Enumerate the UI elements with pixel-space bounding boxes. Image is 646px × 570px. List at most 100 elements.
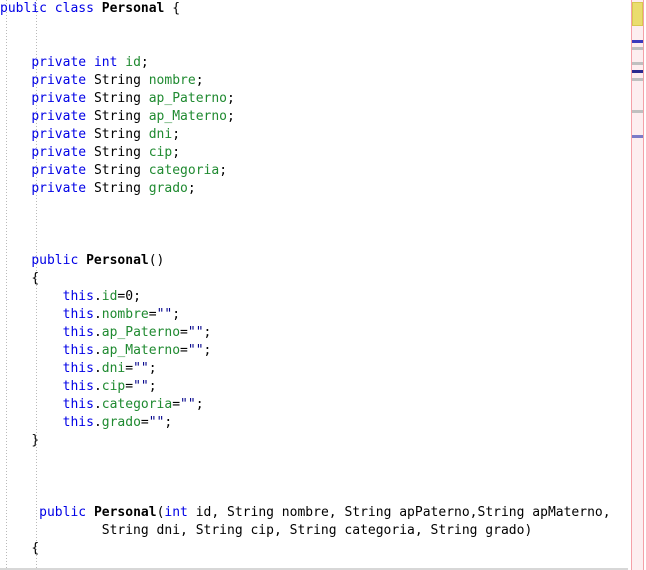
code-token: ap_Materno xyxy=(101,343,181,358)
scrollbar-mark xyxy=(632,70,643,73)
code-line[interactable] xyxy=(0,468,628,486)
code-token: this xyxy=(62,361,94,376)
code-line[interactable]: this.id=0; xyxy=(0,288,628,306)
code-token: ; xyxy=(172,127,181,142)
code-line[interactable]: private String grado; xyxy=(0,180,628,198)
code-line[interactable]: public Personal(int id, String nombre, S… xyxy=(0,504,628,522)
code-token: ; xyxy=(148,361,157,376)
code-line[interactable] xyxy=(0,486,628,504)
code-token: ap_Paterno xyxy=(101,325,181,340)
code-line[interactable]: public class Personal { xyxy=(0,0,628,18)
code-token: id xyxy=(101,289,118,304)
code-line[interactable]: this.cip=""; xyxy=(0,378,628,396)
code-token: ; xyxy=(172,307,181,322)
vertical-scrollbar[interactable] xyxy=(628,0,646,570)
code-token: { xyxy=(31,271,40,286)
code-line[interactable]: } xyxy=(0,432,628,450)
code-token: ; xyxy=(219,163,228,178)
scrollbar-track[interactable] xyxy=(631,0,644,570)
code-token: = xyxy=(148,307,157,322)
code-line[interactable]: String dni, String cip, String categoria… xyxy=(0,522,628,540)
code-line[interactable]: this.grado=""; xyxy=(0,414,628,432)
code-line[interactable]: private String cip; xyxy=(0,144,628,162)
code-line[interactable]: public Personal() xyxy=(0,252,628,270)
code-token: Personal xyxy=(93,505,157,520)
code-token: ; xyxy=(195,397,204,412)
code-line[interactable]: private int id; xyxy=(0,54,628,72)
code-line[interactable] xyxy=(0,216,628,234)
code-token: private xyxy=(31,109,87,124)
code-line[interactable]: this.nombre=""; xyxy=(0,306,628,324)
code-token: String xyxy=(93,181,141,196)
code-line[interactable]: this.categoria=""; xyxy=(0,396,628,414)
code-token: "" xyxy=(187,343,204,358)
code-token: "" xyxy=(133,379,149,394)
code-line[interactable]: private String categoria; xyxy=(0,162,628,180)
code-token: this xyxy=(62,379,94,394)
code-token: String xyxy=(93,127,141,142)
code-line[interactable]: { xyxy=(0,270,628,288)
code-token: = xyxy=(180,325,188,340)
code-token: grado xyxy=(148,181,188,196)
code-line[interactable] xyxy=(0,234,628,252)
code-token: class xyxy=(54,1,94,16)
code-token: String xyxy=(195,523,243,538)
code-text-area[interactable]: public class Personal { private int id; … xyxy=(0,0,628,570)
code-token: = xyxy=(180,343,188,358)
code-line[interactable]: private String ap_Paterno; xyxy=(0,90,628,108)
scrollbar-mark xyxy=(632,40,643,43)
code-line[interactable]: this.dni=""; xyxy=(0,360,628,378)
scrollbar-thumb[interactable] xyxy=(632,2,643,26)
code-token: Personal xyxy=(101,1,165,16)
code-token: categoria, xyxy=(336,523,431,538)
code-token: ; xyxy=(227,109,235,124)
code-editor-window: public class Personal { private int id; … xyxy=(0,0,646,570)
code-token: 0 xyxy=(125,289,134,304)
code-token: ; xyxy=(172,145,181,160)
scrollbar-mark xyxy=(632,78,643,81)
code-line[interactable]: private String nombre; xyxy=(0,72,628,90)
code-token: cip xyxy=(101,379,126,394)
code-token: ; xyxy=(148,379,157,394)
code-line[interactable]: private String dni; xyxy=(0,126,628,144)
code-token: cip xyxy=(148,145,173,160)
code-line[interactable] xyxy=(0,198,628,216)
code-token: ; xyxy=(187,181,196,196)
code-token: nombre xyxy=(101,307,149,322)
code-token: "" xyxy=(187,325,204,340)
code-line-list: public class Personal { private int id; … xyxy=(0,0,628,570)
code-line[interactable] xyxy=(0,18,628,36)
code-line[interactable] xyxy=(0,36,628,54)
code-line[interactable]: this.ap_Materno=""; xyxy=(0,342,628,360)
code-token: ; xyxy=(195,73,204,88)
code-line[interactable]: this.ap_Paterno=""; xyxy=(0,324,628,342)
code-line[interactable]: { xyxy=(0,540,628,558)
code-line[interactable] xyxy=(0,450,628,468)
code-token: "" xyxy=(156,307,173,322)
code-line[interactable]: private String ap_Materno; xyxy=(0,108,628,126)
code-token: int xyxy=(164,505,188,520)
code-token: = xyxy=(125,379,134,394)
code-token: . xyxy=(93,397,102,412)
code-token: id xyxy=(125,55,141,70)
